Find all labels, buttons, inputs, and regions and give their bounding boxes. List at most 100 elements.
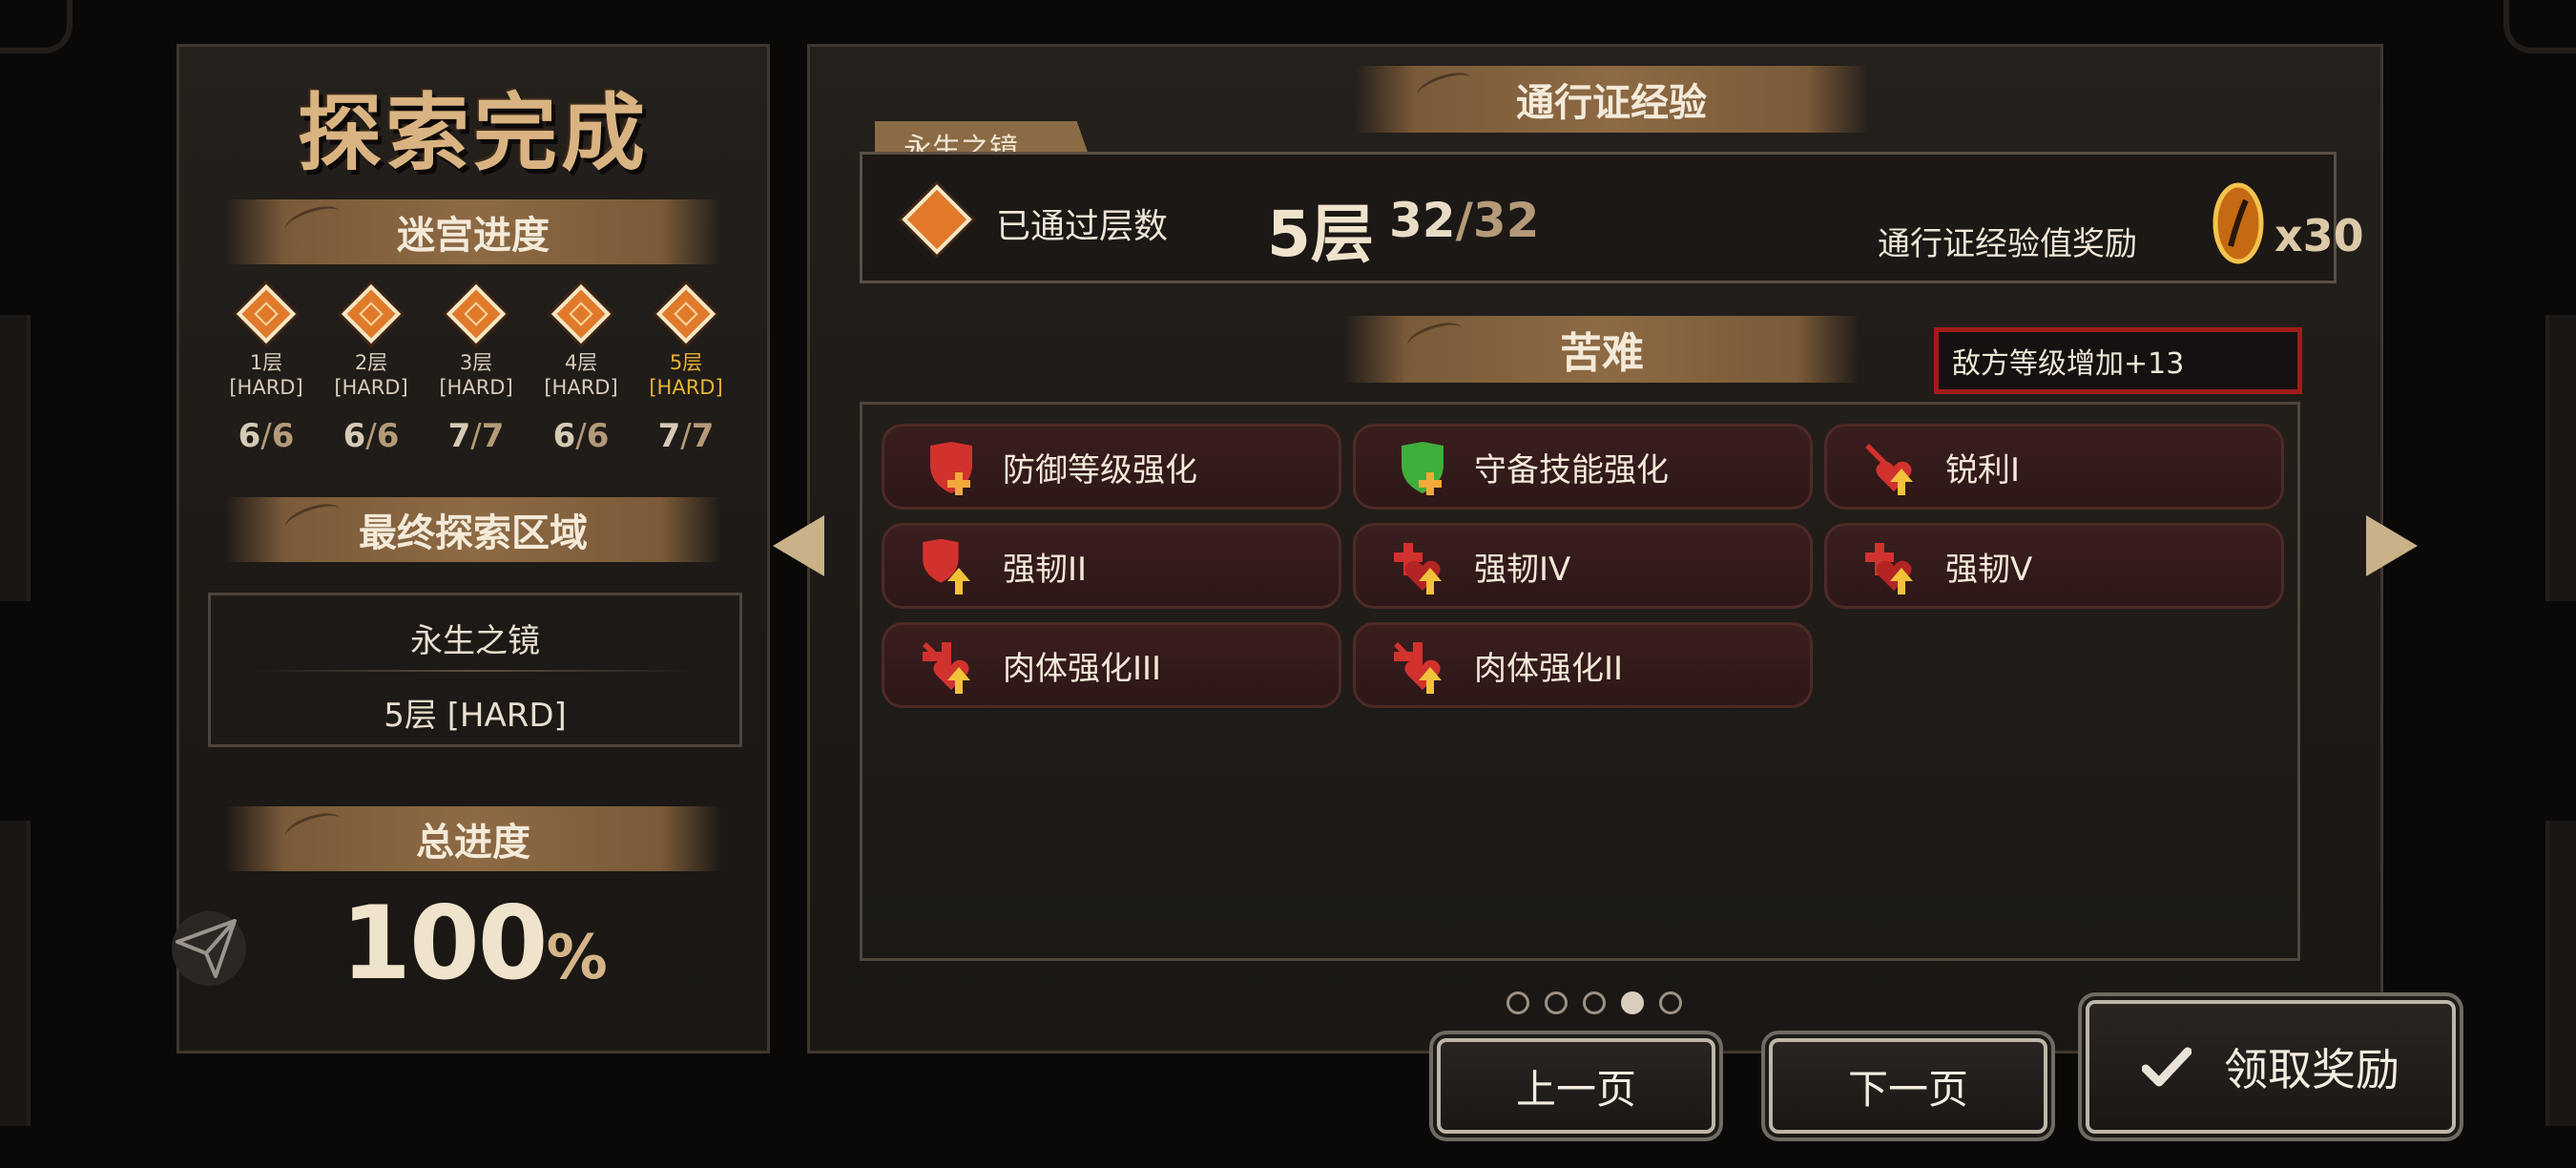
total-progress-header: 总进度 bbox=[225, 806, 721, 871]
floor-total: 6 bbox=[376, 417, 400, 455]
total-progress-number: 100 bbox=[341, 885, 548, 1002]
page-dot[interactable] bbox=[1545, 991, 1568, 1014]
floor-count: 6/6 bbox=[218, 417, 314, 455]
frame-edge bbox=[0, 315, 31, 601]
floor-total: 7 bbox=[481, 417, 505, 455]
buff-label: 强韧V bbox=[1945, 550, 2033, 589]
floor-name: 1层 bbox=[249, 351, 283, 374]
prev-page-label: 上一页 bbox=[1515, 1065, 1636, 1113]
next-page-button[interactable]: 下一页 bbox=[1769, 1038, 2047, 1134]
enemy-level-box: 敌方等级增加+13 bbox=[1934, 327, 2302, 394]
hardship-header: 苦难 bbox=[1344, 316, 1859, 383]
pass-exp-token-icon bbox=[2212, 182, 2264, 264]
checkmark-icon bbox=[2142, 1047, 2192, 1087]
floor-cleared: 6 bbox=[552, 417, 576, 455]
final-area-label: 最终探索区域 bbox=[359, 511, 588, 555]
passed-count-value: 32 bbox=[1389, 193, 1456, 248]
page-dot[interactable] bbox=[1621, 991, 1644, 1014]
claim-reward-label: 领取奖励 bbox=[2224, 1044, 2399, 1095]
buff-label: 防御等级强化 bbox=[1003, 450, 1197, 490]
divider bbox=[249, 670, 701, 672]
buff-item[interactable]: 防御等级强化 bbox=[882, 424, 1341, 510]
floor-label: 5层 [HARD] bbox=[638, 350, 734, 400]
floor-count-separator: / bbox=[365, 417, 377, 455]
floor-name: 3层 bbox=[459, 351, 493, 374]
buff-label: 守备技能强化 bbox=[1474, 450, 1669, 490]
frame-edge bbox=[2545, 821, 2576, 1126]
sword-heart-icon bbox=[1861, 440, 1919, 497]
total-progress-unit: % bbox=[546, 923, 608, 993]
prev-arrow-button[interactable] bbox=[773, 515, 824, 576]
pass-exp-header: 通行证经验 bbox=[1354, 66, 1869, 133]
buff-label: 肉体强化III bbox=[1003, 649, 1162, 688]
page-dot[interactable] bbox=[1659, 991, 1682, 1014]
enemy-level-text: 敌方等级增加+13 bbox=[1952, 347, 2185, 381]
floor-difficulty: [HARD] bbox=[229, 376, 303, 399]
frame-edge bbox=[2545, 315, 2576, 601]
body-up-icon bbox=[1390, 638, 1447, 696]
pass-reward-amount: x30 bbox=[2275, 210, 2364, 261]
floor-cleared: 6 bbox=[343, 417, 366, 455]
buff-item[interactable]: 强韧V bbox=[1824, 523, 2284, 609]
floor-badge-icon bbox=[236, 283, 297, 344]
shield-plus-icon bbox=[919, 440, 976, 497]
floor-badge-icon bbox=[902, 184, 972, 255]
final-area-floor: 5层 [HARD] bbox=[384, 697, 567, 735]
floor-count-separator: / bbox=[575, 417, 587, 455]
final-area-box: 永生之镜 5层 [HARD] bbox=[208, 593, 742, 747]
floor-count-separator: / bbox=[470, 417, 482, 455]
buff-item[interactable]: 肉体强化III bbox=[882, 622, 1341, 708]
floor-name: 2层 bbox=[354, 351, 388, 374]
frame-corner bbox=[0, 0, 73, 53]
share-button[interactable] bbox=[172, 911, 246, 986]
floor-total: 6 bbox=[271, 417, 295, 455]
floor-badge-icon bbox=[655, 283, 717, 344]
buff-label: 强韧IV bbox=[1474, 550, 1571, 589]
shield-up-icon bbox=[919, 538, 976, 596]
floor-count: 6/6 bbox=[323, 417, 419, 455]
passed-floor-value: 5层 bbox=[1267, 198, 1374, 271]
floor-label: 1层 [HARD] bbox=[218, 350, 314, 400]
floor-cleared: 6 bbox=[238, 417, 261, 455]
final-area-name: 永生之镜 bbox=[410, 622, 540, 660]
total-progress-value: 100% bbox=[179, 885, 767, 1002]
paper-plane-icon bbox=[176, 919, 237, 978]
next-arrow-button[interactable] bbox=[2366, 515, 2418, 576]
page-dot[interactable] bbox=[1506, 991, 1529, 1014]
page-title: 探索完成 bbox=[297, 84, 649, 182]
buff-item[interactable]: 强韧II bbox=[882, 523, 1341, 609]
prev-page-button[interactable]: 上一页 bbox=[1437, 1038, 1715, 1134]
passed-floors-box: 已通过层数 5层 32/32 通行证经验值奖励 x30 bbox=[860, 152, 2364, 283]
pass-exp-label: 通行证经验 bbox=[1516, 81, 1707, 125]
floor-label: 2层 [HARD] bbox=[323, 350, 419, 400]
total-progress-label: 总进度 bbox=[416, 821, 530, 865]
page-dot[interactable] bbox=[1583, 991, 1606, 1014]
buff-item[interactable]: 强韧IV bbox=[1353, 523, 1813, 609]
floor-count: 6/6 bbox=[533, 417, 629, 455]
floor-badge-icon bbox=[341, 283, 402, 344]
passed-total-value: 32 bbox=[1472, 193, 1540, 248]
floor-difficulty: [HARD] bbox=[544, 376, 618, 399]
floor-label: 4层 [HARD] bbox=[533, 350, 629, 400]
shield-plus-icon bbox=[1390, 440, 1447, 497]
floor-difficulty: [HARD] bbox=[649, 376, 723, 399]
claim-reward-button[interactable]: 领取奖励 bbox=[2086, 1000, 2456, 1134]
floor-name: 5层 bbox=[669, 351, 703, 374]
floor-count-separator: / bbox=[260, 417, 272, 455]
buff-item[interactable]: 守备技能强化 bbox=[1353, 424, 1813, 510]
hardship-label: 苦难 bbox=[1560, 329, 1644, 378]
floor-name: 4层 bbox=[564, 351, 598, 374]
cross-up-icon bbox=[1861, 539, 1919, 596]
buff-item[interactable]: 肉体强化II bbox=[1353, 622, 1813, 708]
pass-reward-label: 通行证经验值奖励 bbox=[1878, 225, 2137, 263]
maze-progress-label: 迷宫进度 bbox=[397, 214, 550, 258]
buff-label: 肉体强化II bbox=[1474, 649, 1624, 688]
floor-difficulty: [HARD] bbox=[334, 376, 408, 399]
floor-total: 7 bbox=[691, 417, 715, 455]
floor-count: 7/7 bbox=[428, 417, 524, 455]
floor-count: 7/7 bbox=[638, 417, 734, 455]
floor-badge-icon bbox=[446, 283, 507, 344]
floor-total: 6 bbox=[586, 417, 610, 455]
passed-floors-label: 已通过层数 bbox=[996, 207, 1169, 246]
buff-item[interactable]: 锐利I bbox=[1824, 424, 2284, 510]
